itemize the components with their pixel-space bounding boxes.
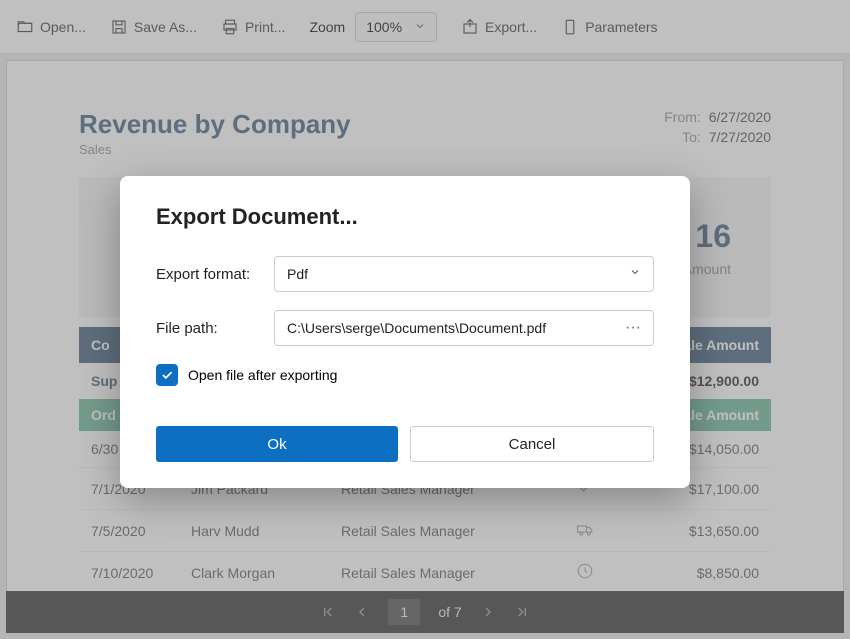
export-dialog: Export Document... Export format: Pdf Fi… (120, 176, 690, 488)
ok-button[interactable]: Ok (156, 426, 398, 462)
export-format-label: Export format: (156, 266, 274, 283)
ellipsis-icon[interactable]: ··· (625, 319, 641, 337)
cancel-button[interactable]: Cancel (410, 426, 654, 462)
open-after-export-checkbox[interactable] (156, 364, 178, 386)
export-format-select[interactable]: Pdf (274, 256, 654, 292)
open-after-export-label: Open file after exporting (188, 367, 337, 383)
file-path-input[interactable]: C:\Users\serge\Documents\Document.pdf ··… (274, 310, 654, 346)
chevron-down-icon (629, 265, 641, 283)
dialog-title: Export Document... (156, 204, 654, 230)
file-path-label: File path: (156, 320, 274, 337)
